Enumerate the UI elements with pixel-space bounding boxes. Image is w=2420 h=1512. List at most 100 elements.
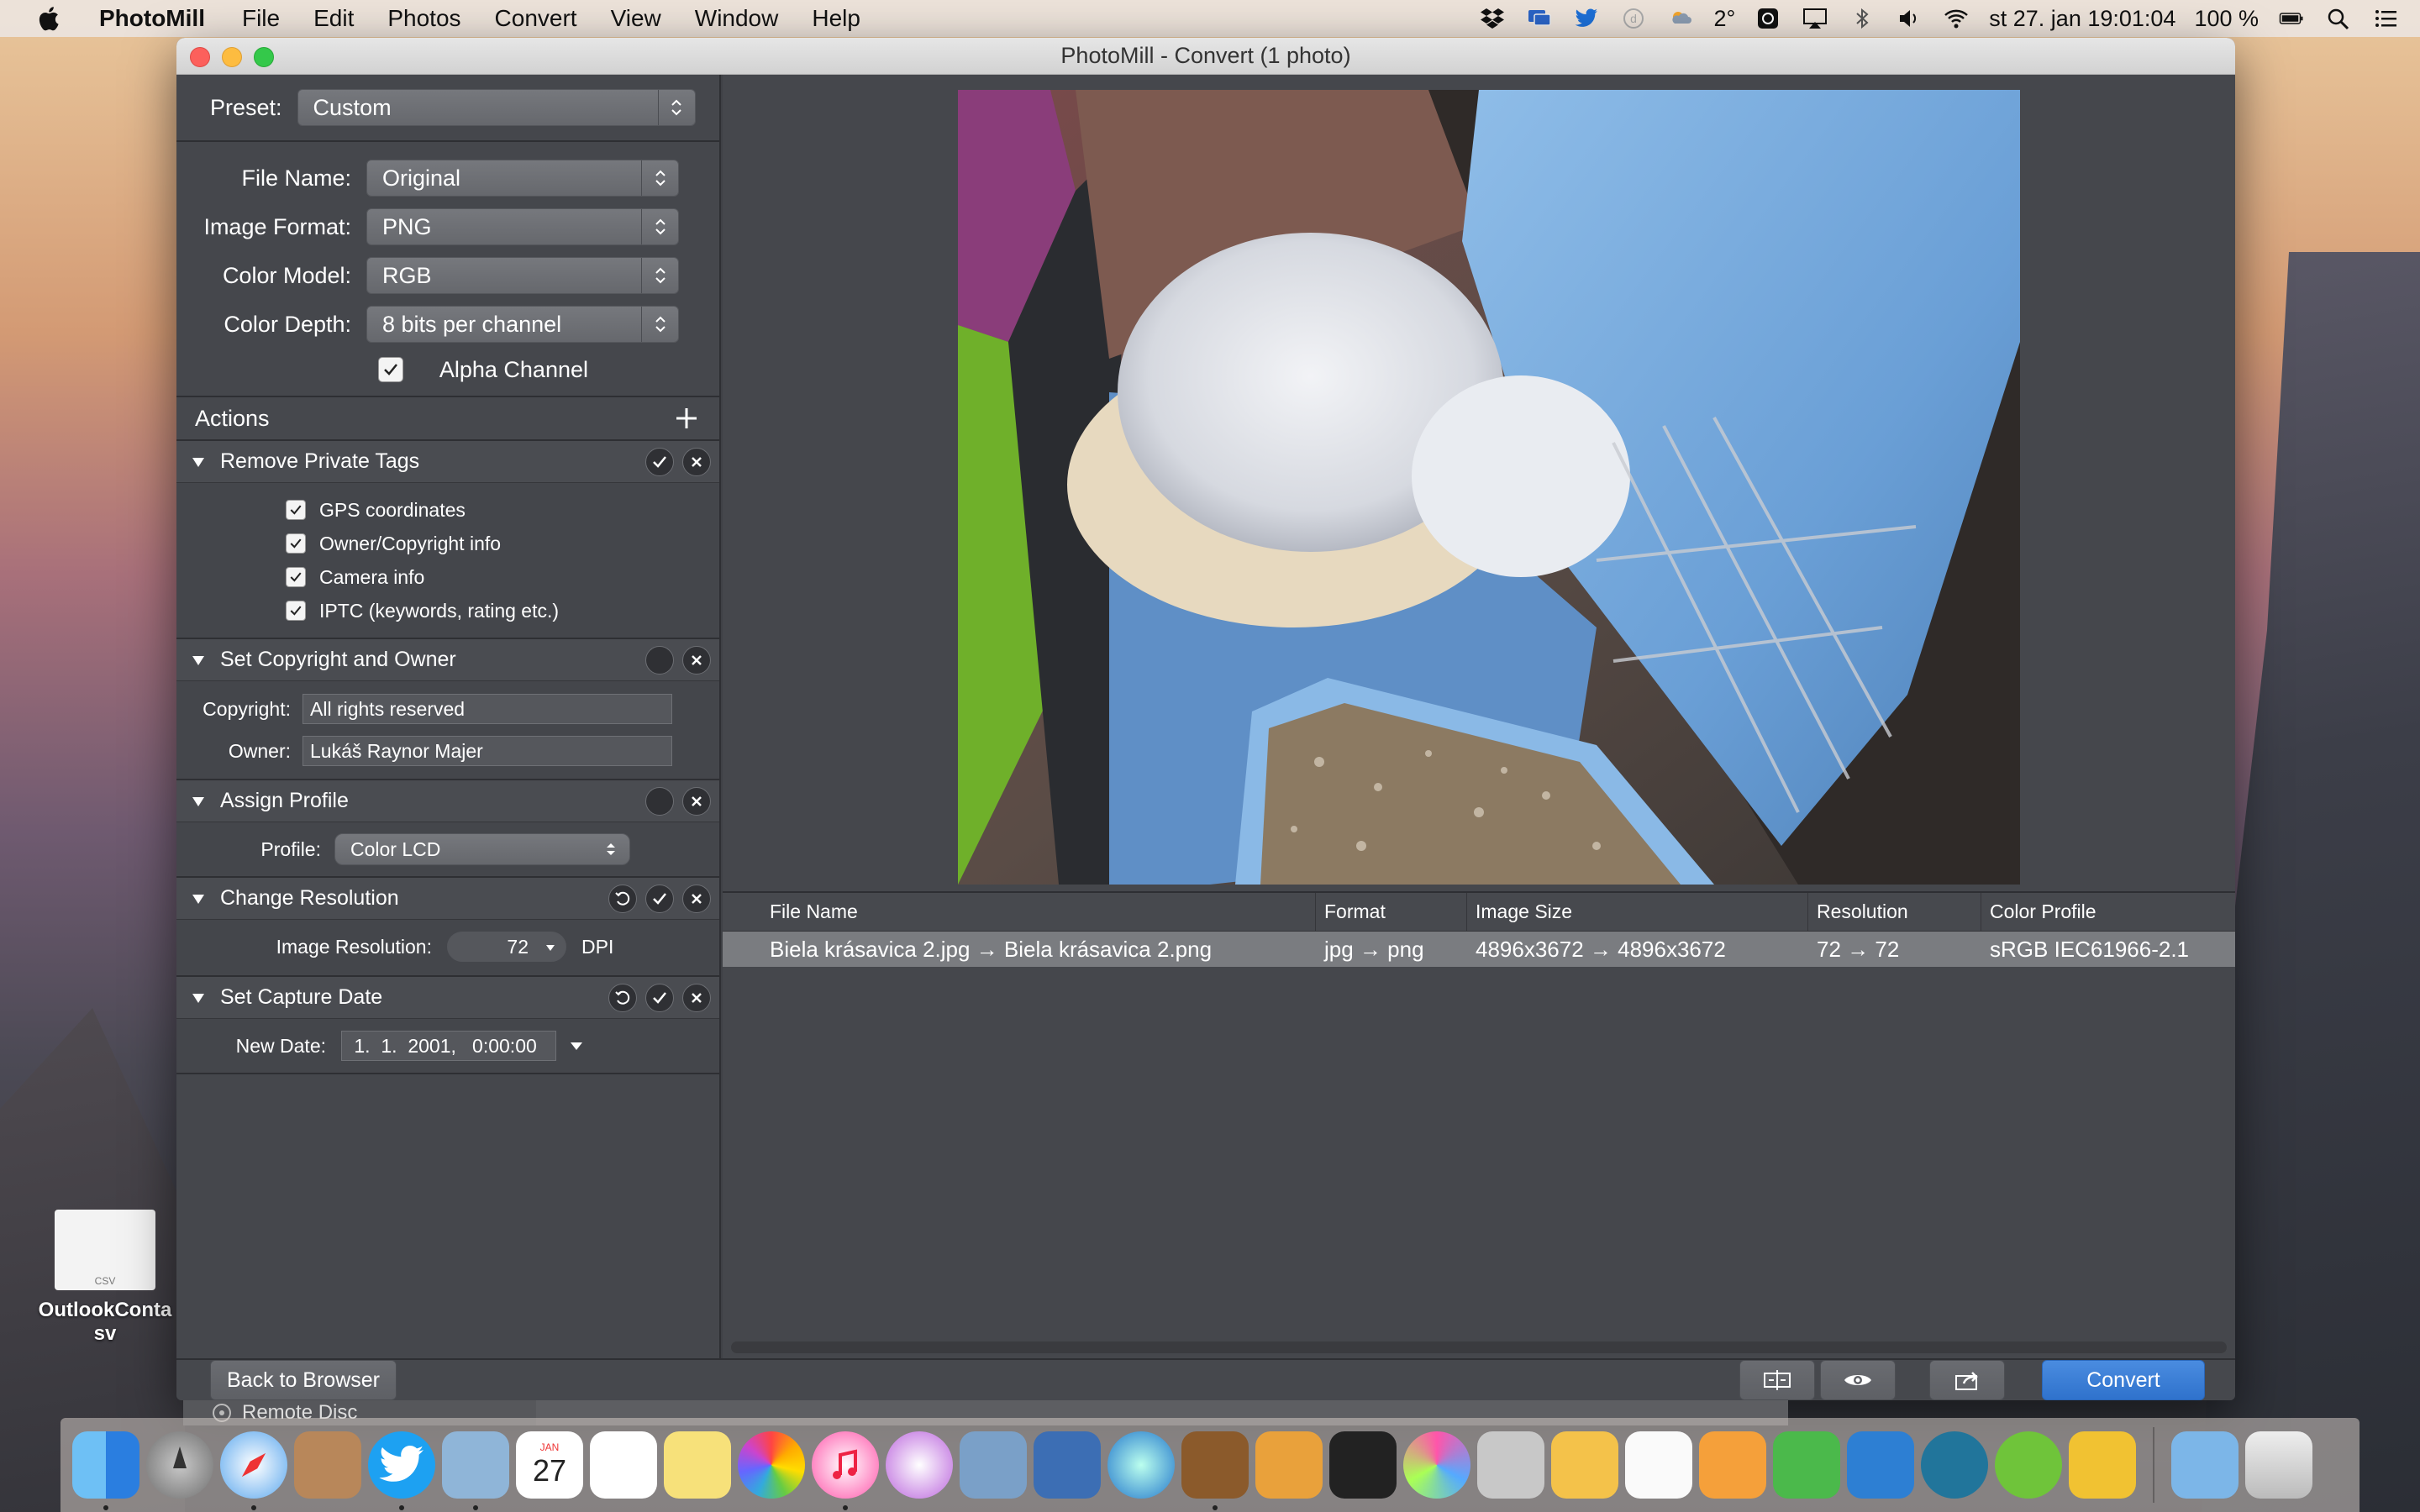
owner-copyright-checkbox[interactable] bbox=[286, 533, 306, 554]
preview-eye-button[interactable] bbox=[1820, 1360, 1896, 1400]
image-format-popup[interactable]: PNG bbox=[366, 208, 679, 245]
column-image-size[interactable]: Image Size bbox=[1467, 892, 1808, 932]
twitter-dock-icon[interactable] bbox=[368, 1431, 435, 1510]
tag-option-owner[interactable]: Owner/Copyright info bbox=[176, 527, 719, 560]
profile-popup[interactable]: Color LCD bbox=[334, 833, 630, 865]
wifi-icon[interactable] bbox=[1942, 6, 1970, 31]
itunes-icon[interactable] bbox=[812, 1431, 879, 1510]
preview-eagle-icon[interactable] bbox=[442, 1431, 509, 1510]
final-cut-icon[interactable] bbox=[1329, 1431, 1397, 1499]
battery-icon[interactable] bbox=[2277, 6, 2306, 31]
reset-action-icon[interactable] bbox=[608, 984, 637, 1012]
reset-action-icon[interactable] bbox=[608, 885, 637, 913]
close-window-button[interactable] bbox=[190, 47, 210, 67]
battery-text[interactable]: 100 % bbox=[2194, 6, 2259, 32]
photos-icon[interactable] bbox=[738, 1431, 805, 1499]
column-file-name[interactable]: File Name bbox=[723, 892, 1316, 932]
airplay-icon[interactable] bbox=[1801, 6, 1829, 31]
app-status-icon[interactable] bbox=[1754, 6, 1782, 31]
numbers-icon[interactable] bbox=[1773, 1431, 1840, 1499]
menu-convert[interactable]: Convert bbox=[495, 5, 577, 32]
keynote-icon[interactable] bbox=[1847, 1431, 1914, 1499]
remove-action-close-icon[interactable] bbox=[682, 646, 711, 675]
back-to-browser-button[interactable]: Back to Browser bbox=[210, 1360, 397, 1400]
dropbox-icon[interactable] bbox=[1478, 6, 1507, 31]
safari-icon[interactable] bbox=[220, 1431, 287, 1510]
motion-icon[interactable] bbox=[1403, 1431, 1470, 1499]
menu-app-name[interactable]: PhotoMill bbox=[99, 5, 205, 32]
volume-icon[interactable] bbox=[1895, 6, 1923, 31]
pixelmator-icon[interactable] bbox=[1255, 1431, 1323, 1499]
notes-icon[interactable] bbox=[664, 1431, 731, 1499]
notification-center-icon[interactable] bbox=[2371, 6, 2400, 31]
reminders-icon[interactable] bbox=[590, 1431, 657, 1499]
messages-icon[interactable] bbox=[1525, 6, 1554, 31]
image-capture-icon[interactable] bbox=[960, 1431, 1027, 1499]
trash-icon[interactable] bbox=[2245, 1431, 2312, 1499]
disclosure-triangle-icon[interactable] bbox=[190, 793, 207, 810]
action-change-resolution[interactable]: Change Resolution bbox=[176, 878, 719, 920]
disclosure-triangle-icon[interactable] bbox=[190, 652, 207, 669]
disclosure-triangle-icon[interactable] bbox=[190, 454, 207, 470]
cocktail-icon[interactable] bbox=[1551, 1431, 1618, 1499]
convert-button[interactable]: Convert bbox=[2042, 1360, 2205, 1400]
owner-input[interactable]: Lukáš Raynor Majer bbox=[302, 736, 672, 766]
xcode-tools-icon[interactable] bbox=[1477, 1431, 1544, 1499]
spotlight-search-icon[interactable] bbox=[2324, 6, 2353, 31]
podcasts-icon[interactable] bbox=[886, 1431, 953, 1499]
menu-edit[interactable]: Edit bbox=[313, 5, 354, 32]
color-depth-popup[interactable]: 8 bits per channel bbox=[366, 306, 679, 343]
remove-action-close-icon[interactable] bbox=[682, 787, 711, 816]
column-resolution[interactable]: Resolution bbox=[1808, 892, 1981, 932]
apple-icon[interactable] bbox=[35, 4, 60, 33]
tag-option-camera[interactable]: Camera info bbox=[176, 560, 719, 594]
enable-action-checkmark-icon[interactable] bbox=[645, 448, 674, 476]
remove-action-close-icon[interactable] bbox=[682, 885, 711, 913]
camera-info-checkbox[interactable] bbox=[286, 567, 306, 587]
action-assign-profile[interactable]: Assign Profile bbox=[176, 780, 719, 822]
downloads-folder-icon[interactable] bbox=[2171, 1431, 2238, 1499]
table-row[interactable]: Biela krásavica 2.jpg → Biela krásavica … bbox=[723, 932, 2235, 967]
window-titlebar[interactable]: PhotoMill - Convert (1 photo) bbox=[176, 38, 2235, 75]
minimize-window-button[interactable] bbox=[222, 47, 242, 67]
add-action-icon[interactable] bbox=[672, 404, 701, 433]
file-name-popup[interactable]: Original bbox=[366, 160, 679, 197]
gps-checkbox[interactable] bbox=[286, 500, 306, 520]
remove-action-close-icon[interactable] bbox=[682, 448, 711, 476]
horizontal-scrollbar[interactable] bbox=[731, 1341, 2227, 1353]
keynote-dock-icon[interactable] bbox=[1034, 1431, 1101, 1499]
d-circle-icon[interactable]: d bbox=[1619, 6, 1648, 31]
wordpress-icon[interactable] bbox=[1921, 1431, 1988, 1499]
desktop-file-csv[interactable]: CSV OutlookConta sv bbox=[34, 1210, 176, 1346]
enable-action-checkmark-icon[interactable] bbox=[645, 984, 674, 1012]
tag-option-gps[interactable]: GPS coordinates bbox=[176, 493, 719, 527]
action-set-capture-date[interactable]: Set Capture Date bbox=[176, 977, 719, 1019]
compare-button[interactable] bbox=[1739, 1360, 1815, 1400]
alpha-channel-checkbox[interactable] bbox=[378, 357, 403, 382]
resolution-combo[interactable]: 72 bbox=[447, 932, 566, 962]
calendar-icon[interactable]: JAN 27 bbox=[516, 1431, 583, 1499]
copyright-input[interactable]: All rights reserved bbox=[302, 694, 672, 724]
disclosure-triangle-icon[interactable] bbox=[190, 890, 207, 907]
remove-action-close-icon[interactable] bbox=[682, 984, 711, 1012]
action-remove-private-tags[interactable]: Remove Private Tags bbox=[176, 441, 719, 483]
twitter-icon[interactable] bbox=[1572, 6, 1601, 31]
action-disabled-circle-icon[interactable] bbox=[645, 787, 674, 816]
column-color-profile[interactable]: Color Profile bbox=[1981, 893, 2235, 932]
textedit-icon[interactable] bbox=[1625, 1431, 1692, 1499]
action-set-copyright[interactable]: Set Copyright and Owner bbox=[176, 639, 719, 681]
pages-icon[interactable] bbox=[1699, 1431, 1766, 1499]
color-model-popup[interactable]: RGB bbox=[366, 257, 679, 294]
photo-preview[interactable] bbox=[958, 90, 2020, 885]
menu-window[interactable]: Window bbox=[695, 5, 779, 32]
date-dropdown-arrow-icon[interactable] bbox=[568, 1037, 585, 1054]
date-input[interactable]: 1. 1. 2001, 0:00:00 bbox=[341, 1031, 556, 1061]
iptc-checkbox[interactable] bbox=[286, 601, 306, 621]
menu-help[interactable]: Help bbox=[812, 5, 860, 32]
disclosure-triangle-icon[interactable] bbox=[190, 990, 207, 1006]
contacts-icon[interactable] bbox=[294, 1431, 361, 1499]
preset-popup[interactable]: Custom bbox=[297, 89, 696, 126]
leaf-app-icon[interactable] bbox=[1995, 1431, 2062, 1499]
menu-view[interactable]: View bbox=[611, 5, 661, 32]
menu-file[interactable]: File bbox=[242, 5, 280, 32]
